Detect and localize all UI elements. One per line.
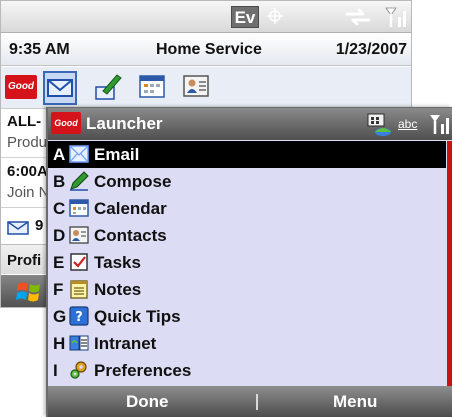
softkey-bar: Done Menu xyxy=(48,386,452,417)
menu-item-quick-tips[interactable]: G ? Quick Tips xyxy=(48,303,446,330)
intranet-icon xyxy=(69,335,89,351)
home-title: Home Service xyxy=(156,41,262,58)
ev-indicator: Ev xyxy=(231,6,259,28)
toolbar-contacts-icon[interactable] xyxy=(181,71,215,105)
sync-arrows-icon[interactable] xyxy=(343,5,373,29)
menu-item-compose[interactable]: B Compose xyxy=(48,168,446,195)
menu-item-key: F xyxy=(53,280,64,299)
menu-item-label: Tasks xyxy=(94,253,141,272)
gps-crosshair-icon xyxy=(267,8,283,24)
windows-start-icon[interactable] xyxy=(15,279,43,305)
good-logo: Good xyxy=(51,112,81,134)
notes-icon xyxy=(70,280,88,299)
menu-item-key: D xyxy=(53,226,66,245)
launcher-title-bar: Good Launcher abc xyxy=(48,108,452,140)
svg-text:?: ? xyxy=(75,310,83,325)
contacts-icon xyxy=(69,226,89,244)
menu-item-key: A xyxy=(53,145,66,164)
clock-time[interactable]: 9:35 AM xyxy=(9,41,70,59)
menu-item-intranet[interactable]: H Intranet xyxy=(48,330,446,357)
list-item[interactable]: ALL- xyxy=(7,113,41,130)
network-sync-icon[interactable] xyxy=(366,112,394,138)
calendar-icon xyxy=(69,199,89,217)
launcher-window: Good Launcher abc A Email B Compose C Ca… xyxy=(46,107,452,417)
menu-item-key: C xyxy=(53,199,66,218)
menu-item-key: B xyxy=(53,172,66,191)
tasks-icon xyxy=(70,253,88,271)
menu-item-label: Calendar xyxy=(94,199,167,218)
softkey-divider xyxy=(256,394,258,410)
menu-item-tasks[interactable]: E Tasks xyxy=(48,249,446,276)
menu-softkey[interactable]: Menu xyxy=(333,392,377,412)
date-display[interactable]: 1/23/2007 xyxy=(336,41,407,59)
compose-icon xyxy=(95,74,122,100)
menu-item-key: E xyxy=(53,253,65,272)
menu-item-label: Preferences xyxy=(94,361,192,380)
done-softkey[interactable]: Done xyxy=(126,392,169,412)
menu-item-label: Notes xyxy=(94,280,142,299)
email-icon xyxy=(7,221,29,235)
preferences-icon xyxy=(70,361,87,379)
menu-item-preferences[interactable]: I Preferences xyxy=(48,357,446,384)
quick-tips-icon: ? xyxy=(69,306,89,326)
menu-item-key: I xyxy=(53,361,58,380)
list-item[interactable]: 6:00A xyxy=(7,163,48,180)
scrollbar-thumb[interactable] xyxy=(447,141,452,387)
compose-icon xyxy=(70,171,89,191)
email-icon xyxy=(69,145,89,163)
toolbar-calendar-icon[interactable] xyxy=(137,71,171,105)
signal-strength-icon[interactable] xyxy=(429,113,451,135)
toolbar-email-icon[interactable] xyxy=(43,71,77,105)
menu-item-label: Contacts xyxy=(94,226,167,245)
profile-label[interactable]: Profi xyxy=(7,252,41,269)
contacts-icon xyxy=(183,75,209,97)
toolbar-compose-icon[interactable] xyxy=(93,71,127,105)
menu-item-contacts[interactable]: D Contacts xyxy=(48,222,446,249)
calendar-icon xyxy=(139,75,165,98)
menu-item-label: Compose xyxy=(94,172,172,191)
unread-count[interactable]: 9 xyxy=(35,217,43,234)
launcher-title: Launcher xyxy=(86,114,163,133)
menu-item-key: G xyxy=(53,307,67,326)
list-item[interactable]: Join N xyxy=(7,184,50,201)
menu-item-email[interactable]: A Email xyxy=(48,141,446,168)
status-bar: Ev xyxy=(1,1,411,33)
signal-strength-icon[interactable] xyxy=(384,5,408,29)
good-logo[interactable]: Good xyxy=(5,75,37,99)
menu-item-calendar[interactable]: C Calendar xyxy=(48,195,446,222)
menu-item-notes[interactable]: F Notes xyxy=(48,276,446,303)
email-icon xyxy=(47,79,73,97)
list-item[interactable]: Produ xyxy=(7,134,47,151)
menu-item-key: H xyxy=(53,334,66,353)
menu-item-label: Intranet xyxy=(94,334,157,353)
menu-item-label: Email xyxy=(94,145,140,164)
menu-item-label: Quick Tips xyxy=(94,307,181,326)
input-mode-indicator[interactable]: abc xyxy=(398,117,417,131)
home-title-bar: 9:35 AM Home Service 1/23/2007 xyxy=(1,34,411,66)
